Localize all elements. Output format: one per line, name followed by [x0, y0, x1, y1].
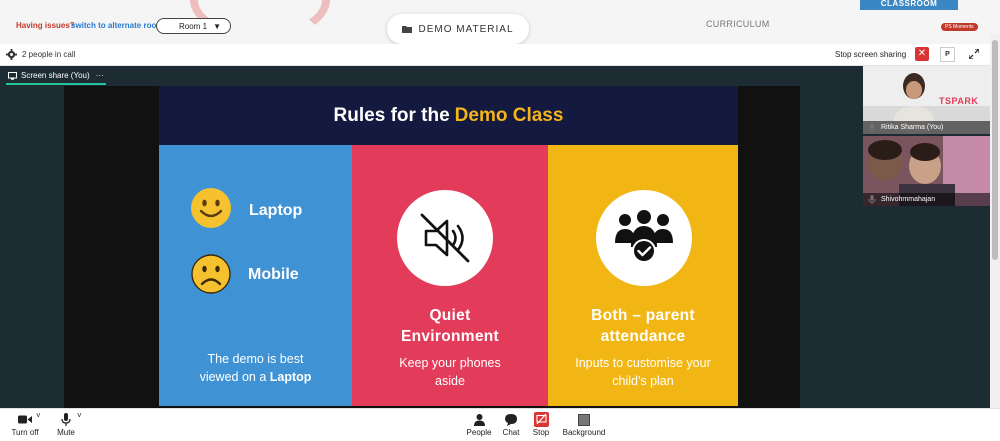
background-label: Background	[562, 428, 606, 437]
slide-title-main: Rules for the	[333, 104, 450, 126]
panel1-caption-line2: viewed on a Laptop	[159, 368, 352, 386]
tspark-logo: TSPARK	[939, 96, 979, 106]
device-panel: Laptop Mobile The demo is best viewed on…	[159, 145, 352, 406]
participant-tile[interactable]: TSPARK Ritika Sharma (You)	[863, 66, 990, 134]
gear-icon[interactable]	[6, 49, 17, 60]
panel3-caption-line1: Inputs to customise your	[575, 356, 711, 370]
expand-icon[interactable]	[969, 49, 979, 59]
screen-share-label: Screen share (You)	[21, 71, 90, 80]
panel2-caption-line2: aside	[435, 374, 465, 388]
stop-sharing-close-button[interactable]: ✕	[915, 47, 929, 61]
group-circle	[596, 190, 692, 286]
camera-options-chevron-icon[interactable]: ˅	[36, 411, 41, 420]
curriculum-tab[interactable]: CURRICULUM	[706, 19, 770, 29]
ps-moments-badge[interactable]: PS Moments	[941, 23, 978, 31]
top-bar: Having issues? switch to alternate room …	[0, 0, 1000, 44]
panel2-title: Quiet Environment	[352, 305, 548, 347]
more-options-icon[interactable]: ···	[96, 71, 104, 80]
panel2-title-line2: Environment	[400, 328, 500, 345]
classroom-tab[interactable]: CLASSROOM	[860, 0, 958, 10]
panel1-caption-line1: The demo is best	[207, 352, 304, 366]
chat-button[interactable]: Chat	[500, 411, 522, 437]
background-button[interactable]: Background	[560, 411, 608, 437]
panel3-title-line1: Both – parent	[591, 307, 695, 324]
people-button[interactable]: People	[464, 411, 494, 437]
pin-button[interactable]: P	[940, 47, 955, 62]
page-scrollbar[interactable]	[990, 34, 1000, 408]
folder-icon	[402, 26, 413, 33]
call-toolbar: Turn off ˅ Mute ˅ People Chat Stop Backg…	[0, 408, 1000, 441]
slide-title: Rules for the Demo Class	[159, 86, 738, 145]
mobile-label: Mobile	[248, 266, 299, 283]
stop-label: Stop	[532, 428, 550, 437]
screen-share-tab[interactable]: Screen share (You) ···	[6, 69, 106, 85]
demo-material-button[interactable]: DEMO MATERIAL	[387, 14, 529, 44]
mute-circle	[397, 190, 493, 286]
panel3-title: Both – parent attendance	[548, 305, 738, 347]
alternate-room-link[interactable]: switch to alternate room	[71, 21, 163, 30]
participant-name: Shivohmmahajan	[863, 193, 990, 206]
parent-attendance-panel: Both – parent attendance Inputs to custo…	[548, 145, 738, 406]
participant-tile[interactable]: Shivohmmahajan	[863, 136, 990, 206]
smiley-face-icon	[191, 188, 231, 228]
mic-label: Mute	[57, 428, 75, 437]
call-header: 2 people in call Stop screen sharing ✕ P	[0, 44, 990, 66]
speaker-muted-icon	[420, 213, 470, 263]
room-select-value: Room 1	[179, 21, 208, 31]
video-call-app: Having issues? switch to alternate room …	[0, 0, 1000, 441]
microphone-icon	[61, 413, 71, 426]
background-icon	[578, 413, 590, 426]
panel1-caption-prefix: viewed on a	[199, 370, 270, 384]
people-label: People	[466, 428, 492, 437]
sad-face-icon	[191, 254, 231, 294]
panel3-caption: Inputs to customise your child's plan	[548, 354, 738, 390]
laptop-label: Laptop	[249, 202, 303, 219]
demo-material-label: DEMO MATERIAL	[418, 23, 514, 35]
chat-icon	[505, 413, 517, 426]
panel3-title-line2: attendance	[600, 328, 686, 345]
panel3-caption-line2: child's plan	[612, 374, 674, 388]
mic-options-chevron-icon[interactable]: ˅	[77, 411, 82, 420]
stop-screen-sharing-label[interactable]: Stop screen sharing	[835, 50, 906, 59]
chat-label: Chat	[502, 428, 520, 437]
panel2-caption-line1: Keep your phones	[399, 356, 501, 370]
room-select[interactable]: Room 1 ▼	[156, 18, 231, 34]
camera-icon	[18, 415, 32, 424]
panel2-title-line1: Quiet	[429, 307, 471, 324]
mic-button[interactable]: Mute	[54, 411, 78, 437]
issues-text: Having issues?	[16, 21, 75, 30]
caret-down-icon: ▼	[213, 22, 221, 31]
camera-label: Turn off	[11, 428, 39, 437]
stop-share-icon	[533, 412, 549, 427]
people-icon	[473, 413, 485, 426]
scrollbar-thumb[interactable]	[992, 40, 998, 260]
stop-share-button[interactable]: Stop	[530, 411, 552, 437]
panel1-caption: The demo is best viewed on a Laptop	[159, 350, 352, 386]
slide-title-accent: Demo Class	[454, 104, 564, 126]
presentation-slide: Rules for the Demo Class Laptop Mobile T…	[159, 86, 738, 406]
participant-name: Ritika Sharma (You)	[863, 121, 990, 134]
panel1-caption-bold: Laptop	[269, 370, 312, 384]
panel2-caption: Keep your phones aside	[352, 354, 548, 390]
group-check-icon	[615, 210, 673, 263]
screen-share-icon	[8, 71, 17, 80]
quiet-panel: Quiet Environment Keep your phones aside	[352, 145, 548, 406]
people-count: 2 people in call	[22, 50, 76, 59]
